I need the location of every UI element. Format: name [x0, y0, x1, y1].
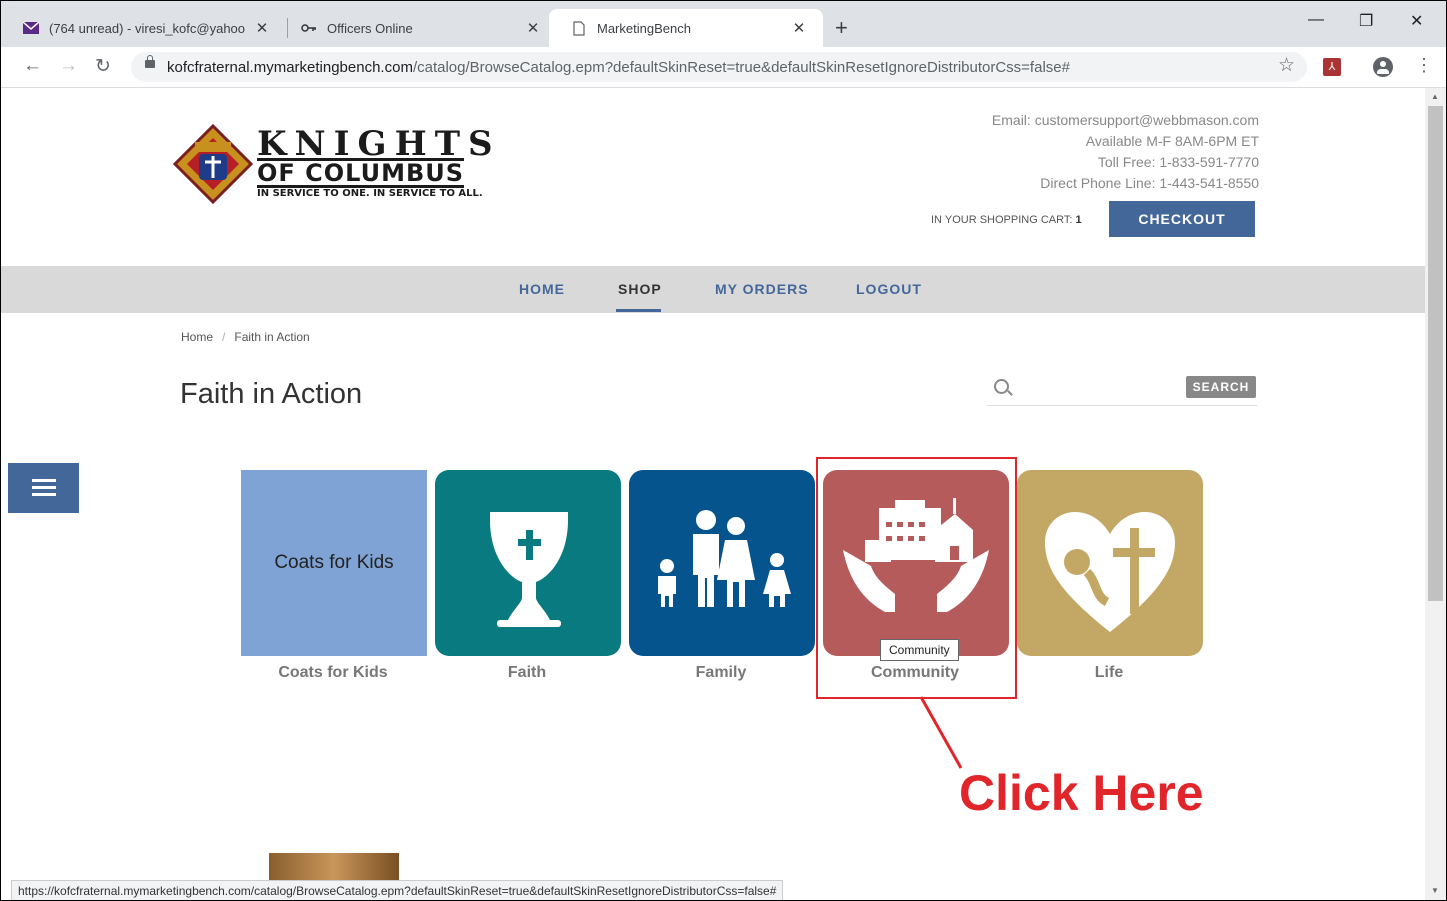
back-icon[interactable]: ←	[23, 55, 42, 77]
new-tab-icon[interactable]: +	[835, 15, 848, 41]
menu-line	[32, 486, 56, 489]
search-box: SEARCH	[987, 373, 1257, 406]
logo-tagline: IN SERVICE TO ONE. IN SERVICE TO ALL.	[257, 188, 483, 199]
tab-title: (764 unread) - viresi_kofc@yahoo	[49, 20, 246, 36]
scroll-down-icon[interactable]: ▼	[1431, 886, 1439, 895]
active-nav-indicator	[616, 309, 661, 312]
bookmark-star-icon[interactable]: ☆	[1278, 54, 1295, 77]
category-tile-family[interactable]	[629, 470, 815, 656]
page-content: KNIGHTS OF COLUMBUS IN SERVICE TO ONE. I…	[1, 88, 1425, 900]
chalice-icon	[490, 512, 568, 627]
browser-menu-icon[interactable]: ⋮	[1415, 55, 1433, 76]
heart-cross-icon	[1045, 512, 1175, 632]
address-toolbar: ← → ↻ kofcfraternal.mymarketingbench.com…	[1, 47, 1446, 88]
tab-marketingbench[interactable]: MarketingBench ✕	[549, 9, 823, 47]
document-icon	[571, 20, 587, 36]
close-tab-icon[interactable]: ✕	[252, 19, 272, 37]
scroll-up-icon[interactable]: ▲	[1431, 92, 1439, 101]
account-icon[interactable]	[1373, 57, 1393, 77]
page-title: Faith in Action	[180, 378, 363, 410]
category-tile-life[interactable]	[1017, 470, 1203, 656]
checkout-button[interactable]: CHECKOUT	[1109, 201, 1255, 237]
contact-toll-free: Toll Free: 1-833-591-7770	[1097, 154, 1259, 170]
search-input[interactable]	[1017, 375, 1181, 401]
main-nav: HOME SHOP MY ORDERS LOGOUT	[1, 266, 1425, 313]
search-icon	[994, 379, 1009, 394]
tab-title: Officers Online	[327, 20, 413, 36]
breadcrumb-current: Faith in Action	[234, 330, 310, 344]
status-bar-url: https://kofcfraternal.mymarketingbench.c…	[11, 880, 784, 900]
nav-logout[interactable]: LOGOUT	[856, 281, 922, 297]
close-tab-icon[interactable]: ✕	[523, 19, 543, 37]
breadcrumb-home[interactable]: Home	[181, 330, 213, 344]
sidebar-menu-button[interactable]	[8, 463, 79, 513]
family-icon	[658, 510, 791, 607]
tab-title: MarketingBench	[597, 20, 691, 36]
minimize-icon[interactable]: —	[1308, 11, 1324, 29]
search-button[interactable]: SEARCH	[1186, 376, 1256, 398]
shopping-cart-status[interactable]: IN YOUR SHOPPING CART: 1	[931, 214, 1082, 226]
tile-text: Coats for Kids	[274, 552, 394, 573]
annotation-highlight-box	[816, 457, 1017, 699]
tab-officers-online[interactable]: Officers Online ✕	[279, 9, 557, 47]
tab-strip: (764 unread) - viresi_kofc@yahoo ✕ Offic…	[1, 1, 1446, 47]
url-text[interactable]: kofcfraternal.mymarketingbench.com/catal…	[167, 59, 1070, 76]
lock-icon	[145, 55, 155, 68]
contact-info: Email: customersupport@webbmason.com Ava…	[992, 110, 1259, 194]
breadcrumb-separator: /	[222, 330, 226, 344]
category-tile-faith[interactable]	[435, 470, 621, 656]
tooltip: Community	[880, 639, 959, 661]
menu-line	[32, 479, 56, 482]
knights-of-columbus-logo[interactable]: KNIGHTS OF COLUMBUS IN SERVICE TO ONE. I…	[173, 124, 503, 204]
pdf-extension-icon[interactable]: ⅄	[1323, 58, 1341, 76]
forward-icon[interactable]: →	[59, 55, 78, 77]
category-label-family[interactable]: Family	[628, 664, 814, 682]
menu-line	[32, 493, 56, 496]
breadcrumb: Home / Faith in Action	[181, 330, 310, 344]
cart-label: IN YOUR SHOPPING CART:	[931, 214, 1073, 226]
category-label-coats-for-kids[interactable]: Coats for Kids	[240, 664, 426, 682]
contact-direct: Direct Phone Line: 1-443-541-8550	[1040, 175, 1259, 191]
restore-icon[interactable]: ❐	[1359, 11, 1373, 31]
close-tab-icon[interactable]: ✕	[789, 19, 809, 37]
page-scrollbar[interactable]: ▲ ▼	[1425, 88, 1446, 900]
cart-count: 1	[1075, 214, 1082, 226]
category-label-life[interactable]: Life	[1016, 664, 1202, 682]
nav-my-orders[interactable]: MY ORDERS	[715, 281, 809, 297]
contact-hours: Available M-F 8AM-6PM ET	[1085, 133, 1259, 149]
address-bar[interactable]: kofcfraternal.mymarketingbench.com/catal…	[131, 52, 1307, 82]
key-icon	[301, 20, 317, 36]
category-label-faith[interactable]: Faith	[434, 664, 620, 682]
nav-shop[interactable]: SHOP	[618, 281, 662, 297]
browser-window: (764 unread) - viresi_kofc@yahoo ✕ Offic…	[0, 0, 1447, 901]
mail-icon	[23, 20, 39, 36]
contact-email[interactable]: Email: customersupport@webbmason.com	[992, 110, 1259, 131]
category-tile-coats-for-kids[interactable]: Coats for Kids	[241, 470, 427, 656]
emblem-icon	[173, 124, 253, 204]
scroll-thumb[interactable]	[1428, 106, 1443, 601]
reload-icon[interactable]: ↻	[95, 55, 111, 78]
nav-home[interactable]: HOME	[519, 281, 565, 297]
annotation-click-here: Click Here	[959, 765, 1204, 821]
close-window-icon[interactable]: ✕	[1410, 11, 1423, 31]
tab-mail[interactable]: (764 unread) - viresi_kofc@yahoo ✕	[1, 9, 286, 47]
logo-line2: OF COLUMBUS	[257, 158, 465, 188]
